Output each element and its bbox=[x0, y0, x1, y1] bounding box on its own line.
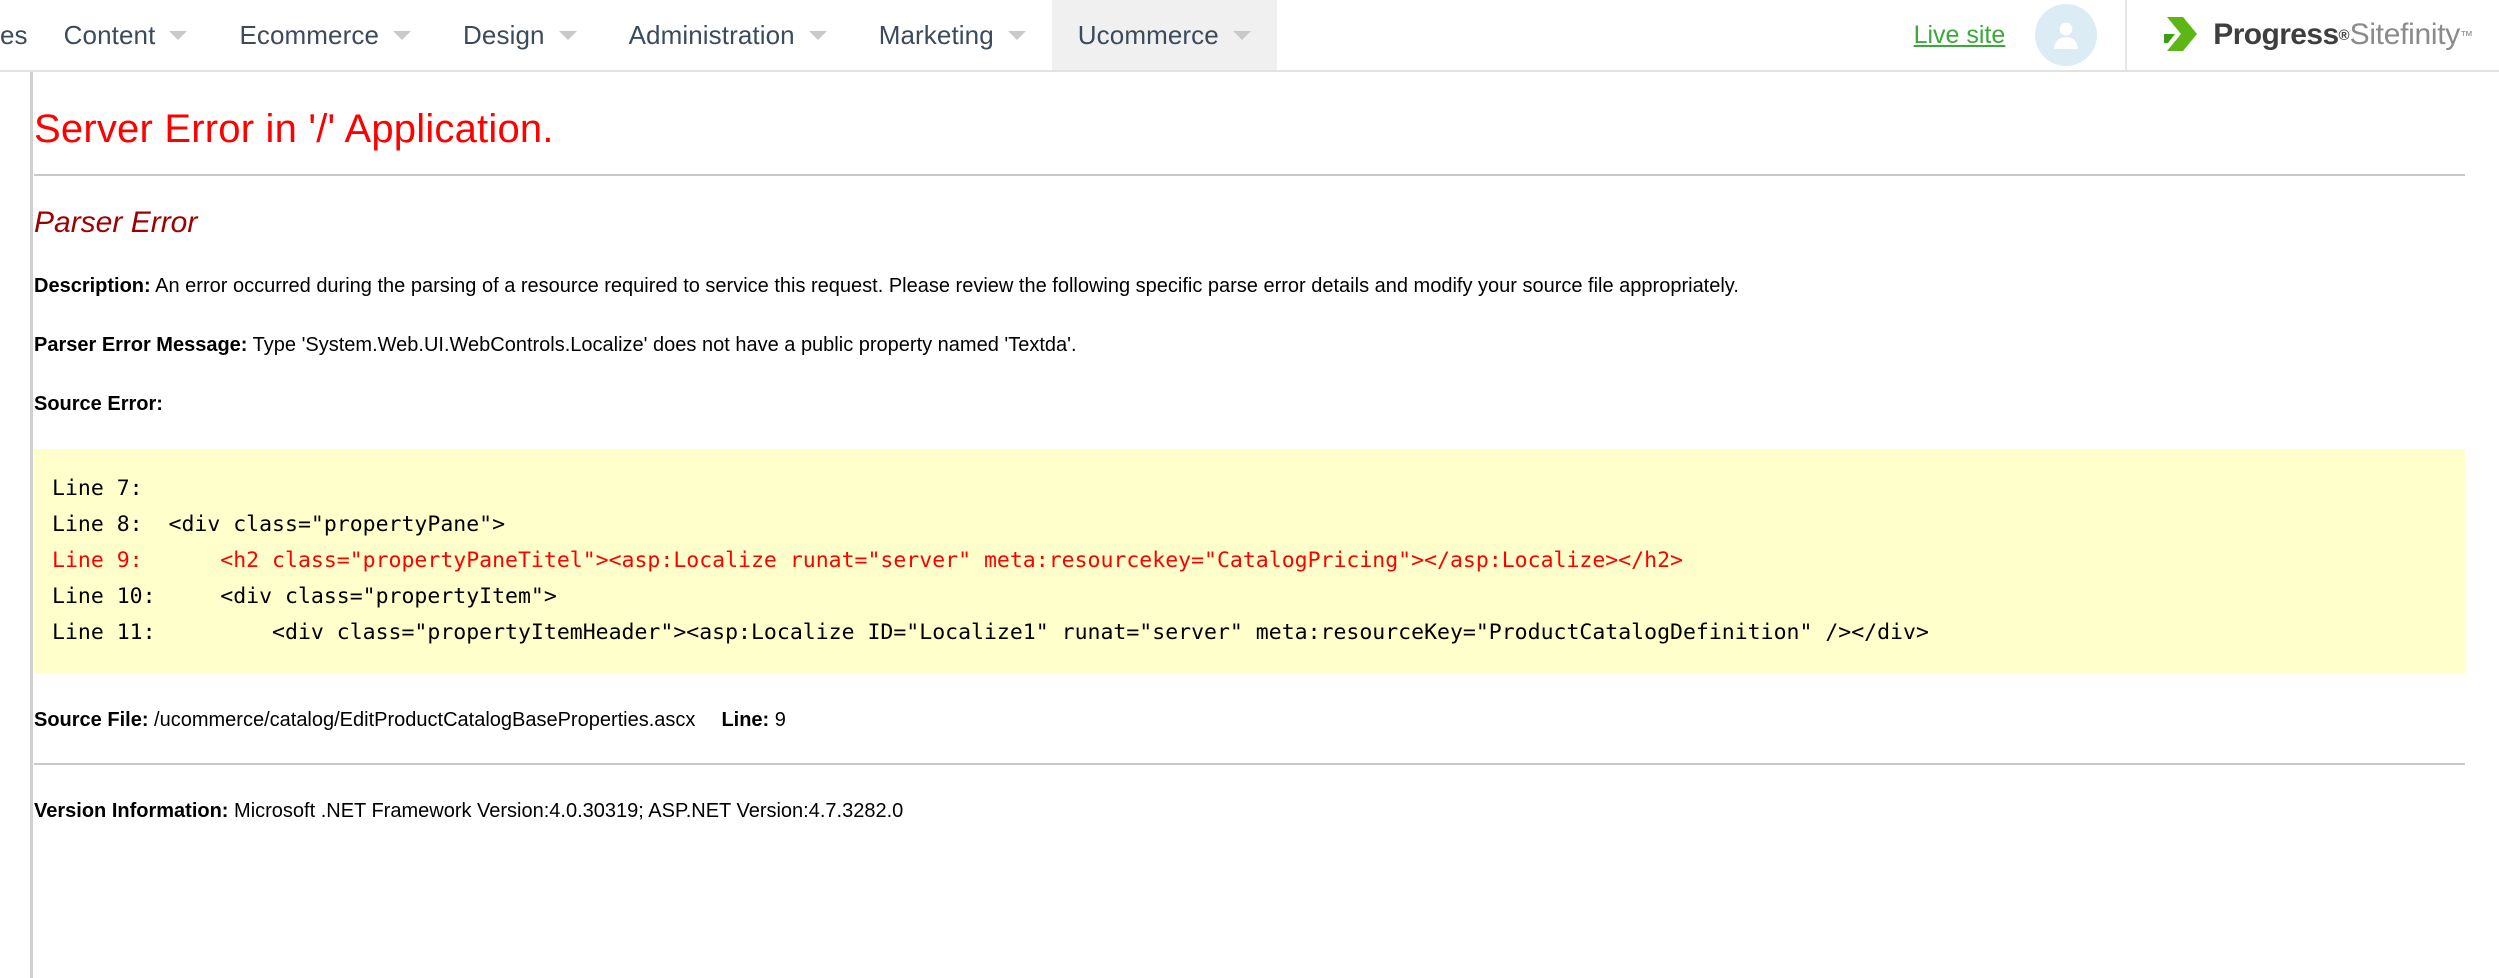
parser-error-paragraph: Parser Error Message: Type 'System.Web.U… bbox=[34, 332, 2465, 358]
nav-item-ecommerce[interactable]: Ecommerce bbox=[213, 0, 437, 70]
nav-item-es[interactable]: es bbox=[0, 0, 38, 70]
nav-menu-items: es Content Ecommerce Design Administration Ma… bbox=[0, 0, 1277, 70]
nav-item-label: es bbox=[0, 19, 28, 50]
source-error-heading: Source Error: bbox=[34, 391, 2465, 417]
top-navigation-bar: es Content Ecommerce Design Administration Ma… bbox=[0, 0, 2499, 72]
nav-item-marketing[interactable]: Marketing bbox=[853, 0, 1052, 70]
nav-item-label: Marketing bbox=[878, 19, 994, 50]
progress-arrow-logo bbox=[2164, 17, 2198, 51]
brand-trademark-mark: ™ bbox=[2460, 27, 2473, 43]
nav-item-design[interactable]: Design bbox=[437, 0, 603, 70]
avatar[interactable] bbox=[2035, 4, 2098, 66]
chevron-down-icon bbox=[393, 30, 412, 40]
nav-item-administration[interactable]: Administration bbox=[603, 0, 853, 70]
brand-registered-mark: ® bbox=[2338, 26, 2350, 44]
code-line: Line 9: <h2 class="propertyPaneTitel"><a… bbox=[52, 548, 1683, 574]
line-label: Line: bbox=[721, 708, 770, 731]
source-error-label: Source Error: bbox=[34, 393, 163, 415]
nav-item-content[interactable]: Content bbox=[38, 0, 214, 70]
user-avatar-icon bbox=[2054, 22, 2079, 49]
nav-item-label: Content bbox=[63, 19, 156, 50]
footer-divider bbox=[34, 762, 2465, 765]
code-line: Line 10: <div class="propertyItem"> bbox=[52, 584, 557, 610]
title-divider bbox=[34, 174, 2465, 176]
code-line: Line 8: <div class="propertyPane"> bbox=[52, 512, 506, 538]
brand-progress-text: Progress bbox=[2213, 18, 2339, 51]
nav-item-label: Design bbox=[463, 19, 545, 50]
chevron-down-icon bbox=[558, 30, 577, 40]
chevron-down-icon bbox=[169, 30, 188, 40]
source-file-label: Source File: bbox=[34, 708, 149, 731]
sitefinity-brand-logo[interactable]: Progress ® Sitefinity ™ bbox=[2127, 0, 2499, 70]
brand-sitefinity-text: Sitefinity bbox=[2349, 18, 2461, 51]
nav-item-label: Administration bbox=[628, 19, 795, 50]
version-info-paragraph: Version Information: Microsoft .NET Fram… bbox=[34, 798, 2465, 824]
code-line: Line 11: <div class="propertyItemHeader"… bbox=[52, 620, 1929, 646]
chevron-down-icon bbox=[808, 30, 827, 40]
source-code-block: Line 7: Line 8: <div class="propertyPane… bbox=[34, 449, 2465, 674]
description-paragraph: Description: An error occurred during th… bbox=[34, 273, 2465, 299]
nav-item-ucommerce[interactable]: Ucommerce bbox=[1051, 0, 1277, 70]
source-file-value: /ucommerce/catalog/EditProductCatalogBas… bbox=[154, 708, 696, 731]
nav-right-cluster: Live site Progress ® Sitefinity ™ bbox=[1914, 0, 2499, 70]
parser-error-text: Type 'System.Web.UI.WebControls.Localize… bbox=[252, 334, 1077, 356]
server-error-page: Server Error in '/' Application. Parser … bbox=[0, 72, 2499, 978]
description-label: Description: bbox=[34, 275, 151, 297]
live-site-link[interactable]: Live site bbox=[1914, 21, 2006, 50]
parser-error-label: Parser Error Message: bbox=[34, 334, 248, 356]
source-file-paragraph: Source File: /ucommerce/catalog/EditProd… bbox=[34, 707, 2465, 733]
chevron-down-icon bbox=[1007, 30, 1026, 40]
code-line: Line 7: bbox=[52, 476, 169, 501]
nav-item-label: Ecommerce bbox=[239, 19, 380, 50]
page-title: Server Error in '/' Application. bbox=[34, 107, 554, 151]
version-info-value: Microsoft .NET Framework Version:4.0.303… bbox=[234, 799, 904, 822]
page-left-rail bbox=[30, 72, 33, 978]
chevron-down-icon bbox=[1232, 30, 1251, 40]
error-subtitle: Parser Error bbox=[34, 206, 198, 239]
description-text: An error occurred during the parsing of … bbox=[155, 275, 1739, 297]
line-value: 9 bbox=[774, 708, 786, 731]
version-info-label: Version Information: bbox=[34, 799, 229, 822]
nav-item-label: Ucommerce bbox=[1077, 19, 1219, 50]
